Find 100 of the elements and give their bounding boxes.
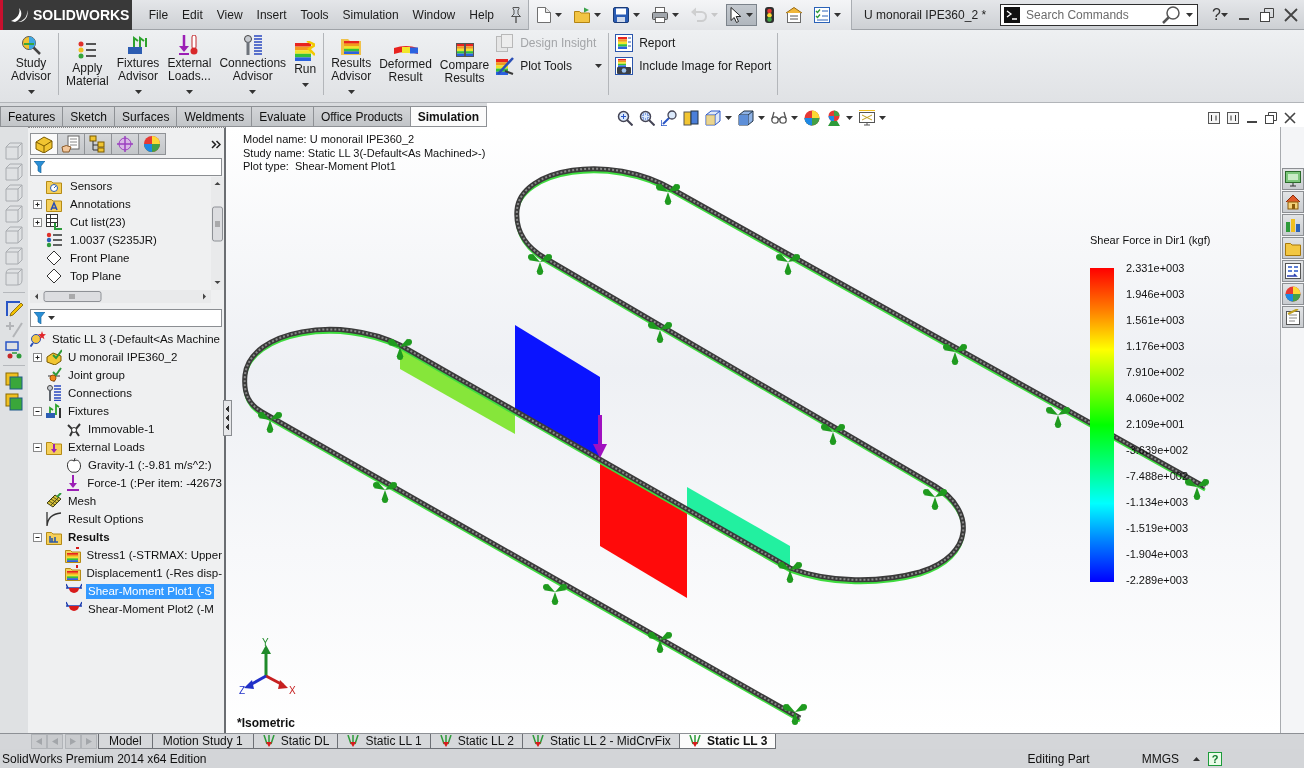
- vertical-scrollbar[interactable]: [211, 177, 224, 290]
- tree-item[interactable]: Fixtures: [66, 403, 111, 419]
- task-pane-button[interactable]: [1281, 283, 1304, 305]
- command-tab[interactable]: Office Products: [312, 106, 411, 127]
- tree-item[interactable]: Annotations: [68, 196, 133, 212]
- command-tab[interactable]: Features: [0, 106, 64, 127]
- menu-item[interactable]: View: [209, 6, 250, 23]
- task-pane-button[interactable]: [1281, 260, 1304, 282]
- search-icon[interactable]: [1162, 5, 1181, 24]
- filter-icon[interactable]: [34, 312, 45, 324]
- horizontal-scrollbar[interactable]: [30, 290, 211, 303]
- tree-item[interactable]: External Loads: [66, 439, 147, 455]
- panel-tab[interactable]: [57, 133, 85, 155]
- caret-icon[interactable]: [1221, 12, 1228, 17]
- task-pane-button[interactable]: [1281, 214, 1304, 236]
- ribbon-button[interactable]: Run: [290, 33, 321, 95]
- study-tab[interactable]: Static LL 2 - MidCrvFix: [521, 734, 680, 749]
- task-pane-button[interactable]: [1281, 168, 1304, 190]
- filter-field[interactable]: [30, 158, 222, 176]
- study-tab[interactable]: Model: [98, 734, 153, 749]
- ribbon-button[interactable]: Fixtures Advisor: [112, 33, 164, 95]
- tree-item[interactable]: Cut list(23): [68, 214, 128, 230]
- units-text[interactable]: MMGS: [1141, 751, 1179, 766]
- close-icon[interactable]: [1284, 7, 1298, 22]
- menu-item[interactable]: Tools: [293, 6, 336, 23]
- ribbon-button[interactable]: Deformed Result: [375, 33, 436, 95]
- ribbon-button[interactable]: Apply Material: [62, 33, 113, 95]
- ribbon-button[interactable]: Plot Tools: [493, 56, 606, 76]
- menu-item[interactable]: Window: [405, 6, 463, 23]
- pencil-sketch-icon[interactable]: [5, 299, 23, 317]
- cube-view-icon[interactable]: [705, 110, 722, 126]
- command-tab[interactable]: Simulation: [409, 106, 488, 127]
- tree-item[interactable]: Joint group: [66, 367, 127, 383]
- tree-item[interactable]: Sensors: [68, 178, 115, 194]
- search-input[interactable]: Search Commands: [1026, 7, 1157, 22]
- caret-icon[interactable]: [846, 116, 854, 120]
- sphere-stand-icon[interactable]: [826, 110, 843, 126]
- tree-item[interactable]: U monorail IPE360_2: [66, 349, 180, 365]
- study-tab[interactable]: Motion Study 1: [151, 734, 254, 749]
- ribbon-button[interactable]: Report: [612, 33, 775, 53]
- menu-item[interactable]: Insert: [249, 6, 294, 23]
- tree-item[interactable]: Gravity-1 (:-9.81 m/s^2:): [86, 457, 214, 473]
- panel-tab[interactable]: [30, 133, 58, 155]
- up-caret-icon[interactable]: [1193, 756, 1200, 761]
- task-pane-button[interactable]: [1281, 306, 1304, 328]
- restore-icon[interactable]: [1260, 7, 1274, 22]
- ribbon-button[interactable]: Connections Advisor: [215, 33, 291, 95]
- search-field[interactable]: Search Commands: [1000, 3, 1199, 26]
- command-tab[interactable]: Weldments: [176, 106, 253, 127]
- tree-item[interactable]: Displacement1 (-Res disp-: [84, 565, 224, 581]
- menu-item[interactable]: Simulation: [335, 6, 406, 23]
- tree-item[interactable]: Top Plane: [68, 268, 124, 284]
- collapse-handle-icon[interactable]: [223, 400, 232, 436]
- ribbon-button[interactable]: Include Image for Report: [612, 56, 775, 76]
- magnifier-arrow-icon[interactable]: [661, 110, 678, 126]
- tree-item[interactable]: Immovable-1: [86, 421, 157, 437]
- help-button[interactable]: ?: [1208, 751, 1222, 766]
- study-tab[interactable]: Static DL: [252, 734, 339, 749]
- caret-icon[interactable]: [725, 116, 733, 120]
- tree-item[interactable]: Connections: [66, 385, 134, 401]
- caret-icon[interactable]: [879, 116, 887, 120]
- left-panel-toggle-icon[interactable]: [1208, 112, 1220, 124]
- ribbon-button[interactable]: External Loads...: [163, 33, 216, 95]
- tree-item[interactable]: Front Plane: [68, 250, 132, 266]
- ribbon-button[interactable]: Results Advisor: [327, 33, 376, 95]
- tree-item[interactable]: Result Options: [66, 511, 146, 527]
- pushpin-icon[interactable]: [510, 6, 522, 23]
- filter-field[interactable]: [30, 309, 222, 327]
- stacked-squares-icon[interactable]: [5, 372, 23, 390]
- study-tab[interactable]: Static LL 1: [337, 734, 431, 749]
- expand-box-icon[interactable]: [33, 199, 42, 209]
- shaded-cube-icon[interactable]: [738, 110, 755, 126]
- panel-tab[interactable]: [84, 133, 112, 155]
- task-pane-button[interactable]: [1281, 191, 1304, 213]
- collapse-box-icon[interactable]: [33, 406, 42, 416]
- tree-item[interactable]: Results: [66, 529, 112, 545]
- glasses-icon[interactable]: [771, 110, 788, 126]
- menu-item[interactable]: Edit: [175, 6, 210, 23]
- double-chevron-icon[interactable]: [211, 139, 221, 149]
- monitor-icon[interactable]: [859, 110, 876, 126]
- expand-box-icon[interactable]: [33, 352, 42, 362]
- caret-icon[interactable]: [758, 116, 766, 120]
- command-tab[interactable]: Surfaces: [114, 106, 178, 127]
- ribbon-button[interactable]: Compare Results: [435, 33, 494, 95]
- study-tab[interactable]: Static LL 3: [678, 734, 777, 749]
- menu-item[interactable]: File: [141, 6, 176, 23]
- tree-item[interactable]: Shear-Moment Plot2 (-M: [86, 601, 216, 617]
- caret-icon[interactable]: [791, 116, 799, 120]
- tree-item[interactable]: 1.0037 (S235JR): [68, 232, 159, 248]
- stacked-squares-icon[interactable]: [5, 393, 23, 411]
- help-button[interactable]: ?: [1212, 5, 1221, 24]
- tree-item[interactable]: Static LL 3 (-Default<As Machine: [50, 331, 222, 347]
- panel-tab[interactable]: [138, 133, 166, 155]
- close-icon[interactable]: [1284, 112, 1296, 124]
- expand-box-icon[interactable]: [33, 217, 42, 227]
- menu-item[interactable]: Help: [462, 6, 501, 23]
- caret-icon[interactable]: [48, 316, 55, 320]
- command-tab[interactable]: Evaluate: [251, 106, 314, 127]
- tree-item[interactable]: Stress1 (-STRMAX: Upper: [84, 547, 224, 563]
- filter-icon[interactable]: [34, 161, 45, 173]
